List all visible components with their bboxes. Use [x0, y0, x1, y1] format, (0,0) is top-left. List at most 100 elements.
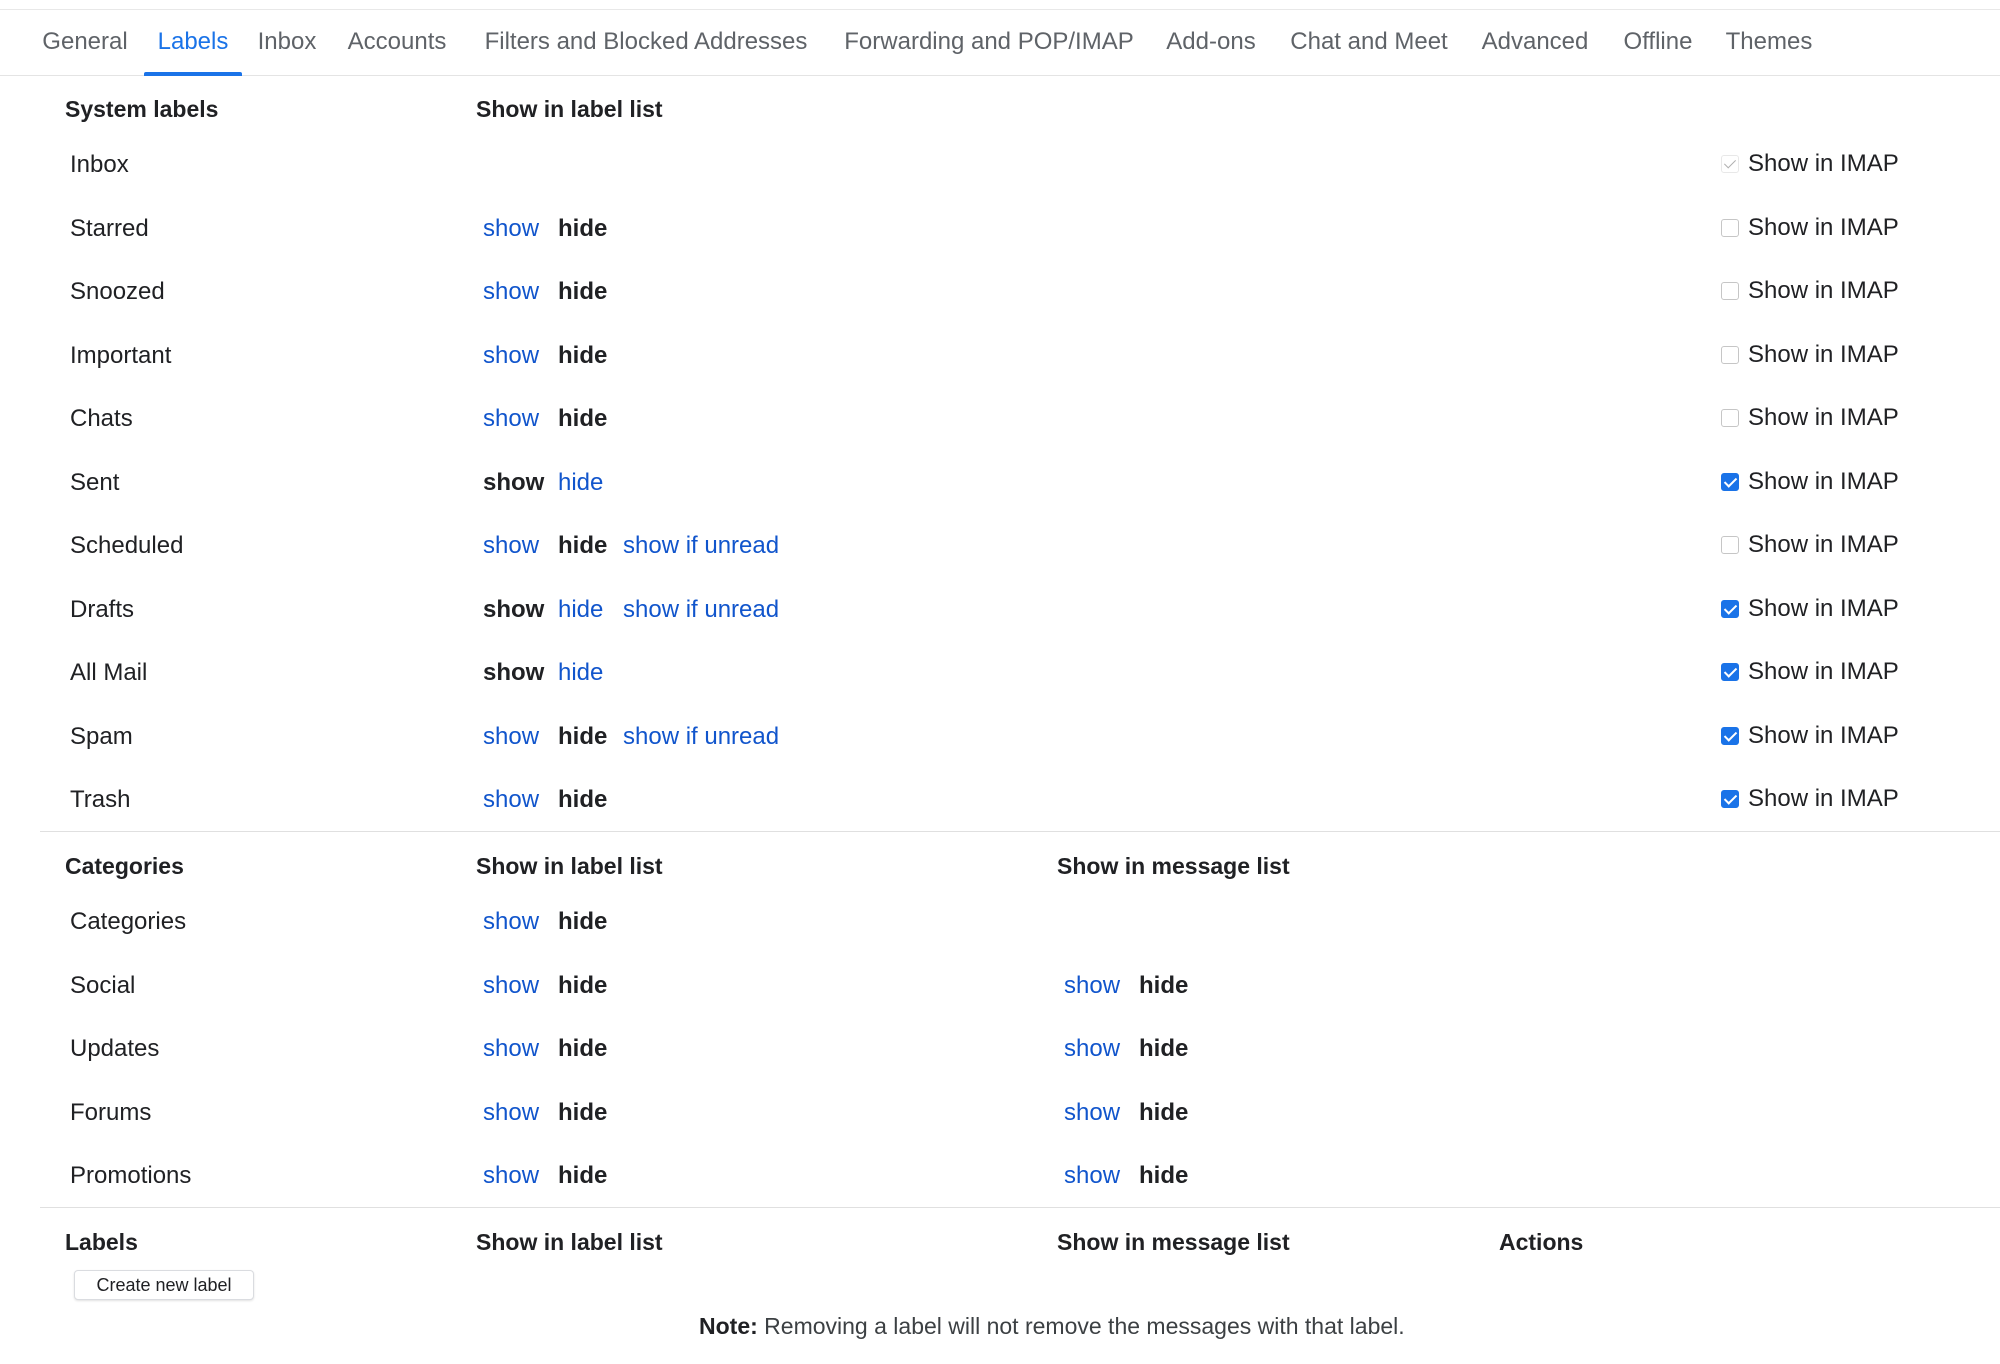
all-mail-imap-checkbox[interactable] [1721, 663, 1739, 681]
social-label-list-show-option[interactable]: show [483, 972, 539, 1000]
important-imap-checkbox[interactable] [1721, 346, 1739, 364]
labels-col-label-list-heading: Show in label list [476, 1229, 663, 1255]
drafts-imap-checkbox[interactable] [1721, 600, 1739, 618]
chats-imap-label: Show in IMAP [1748, 404, 1899, 431]
spam-show-option[interactable]: show [483, 723, 539, 751]
scheduled-imap-setting: Show in IMAP [1720, 531, 1899, 559]
important-show-option[interactable]: show [483, 342, 539, 370]
trash-show-option[interactable]: show [483, 786, 539, 814]
note-prefix: Note: [699, 1313, 758, 1339]
category-label-social: Social [70, 972, 136, 999]
trash-imap-label: Show in IMAP [1748, 785, 1899, 812]
sent-imap-setting: Show in IMAP [1720, 468, 1899, 496]
tab-labels[interactable]: Labels [144, 10, 242, 76]
tab-themes[interactable]: Themes [1723, 10, 1815, 75]
promotions-label-list-hide-option: hide [558, 1162, 608, 1189]
chats-imap-checkbox[interactable] [1721, 409, 1739, 427]
updates-message-list-show-option[interactable]: show [1064, 1035, 1120, 1063]
spam-imap-checkbox[interactable] [1721, 727, 1739, 745]
updates-label-list-show-option[interactable]: show [483, 1035, 539, 1063]
forums-label-list-show-option[interactable]: show [483, 1099, 539, 1127]
promotions-message-list-show-option[interactable]: show [1064, 1162, 1120, 1190]
tab-filters-and-blocked-addresses[interactable]: Filters and Blocked Addresses [475, 10, 817, 75]
tab-forwarding-and-pop-imap[interactable]: Forwarding and POP/IMAP [841, 10, 1137, 75]
spam-show-if-unread-option[interactable]: show if unread [623, 723, 779, 751]
starred-imap-setting: Show in IMAP [1720, 214, 1899, 242]
tab-accounts[interactable]: Accounts [343, 10, 451, 75]
scheduled-hide-option: hide [558, 532, 608, 559]
starred-imap-label: Show in IMAP [1748, 214, 1899, 241]
spam-imap-setting: Show in IMAP [1720, 722, 1899, 750]
system-label-trash: Trash [70, 786, 131, 813]
categories-col-message-list-heading: Show in message list [1057, 853, 1290, 879]
labels-heading: Labels [65, 1229, 138, 1255]
section-divider [40, 831, 2000, 832]
system-label-inbox: Inbox [70, 151, 129, 178]
updates-message-list-hide-option: hide [1139, 1035, 1189, 1062]
spam-hide-option: hide [558, 723, 608, 750]
chats-show-option[interactable]: show [483, 405, 539, 433]
system-label-drafts: Drafts [70, 596, 135, 623]
all-mail-hide-option[interactable]: hide [558, 659, 603, 687]
updates-label-list-hide-option: hide [558, 1035, 608, 1062]
system-label-spam: Spam [70, 723, 133, 750]
drafts-show-option: show [483, 596, 545, 623]
tab-advanced[interactable]: Advanced [1478, 10, 1592, 75]
system-label-all-mail: All Mail [70, 659, 148, 686]
social-message-list-show-option[interactable]: show [1064, 972, 1120, 1000]
scheduled-show-if-unread-option[interactable]: show if unread [623, 532, 779, 560]
sent-imap-checkbox[interactable] [1721, 473, 1739, 491]
chats-hide-option: hide [558, 405, 608, 432]
drafts-show-if-unread-option[interactable]: show if unread [623, 596, 779, 624]
system-labels-heading: System labels [65, 96, 219, 122]
chats-imap-setting: Show in IMAP [1720, 404, 1899, 432]
social-message-list-hide-option: hide [1139, 972, 1189, 999]
starred-show-option[interactable]: show [483, 215, 539, 243]
system-label-scheduled: Scheduled [70, 532, 184, 559]
important-imap-label: Show in IMAP [1748, 341, 1899, 368]
drafts-hide-option[interactable]: hide [558, 596, 603, 624]
system-label-snoozed: Snoozed [70, 278, 165, 305]
snoozed-hide-option: hide [558, 278, 608, 305]
sent-show-option: show [483, 469, 545, 496]
tab-offline[interactable]: Offline [1617, 10, 1699, 75]
category-label-promotions: Promotions [70, 1162, 192, 1189]
trash-imap-setting: Show in IMAP [1720, 785, 1899, 813]
forums-message-list-hide-option: hide [1139, 1099, 1189, 1126]
tab-chat-and-meet[interactable]: Chat and Meet [1285, 10, 1453, 75]
system-col-label-list-heading: Show in label list [476, 96, 663, 122]
categories-col-label-list-heading: Show in label list [476, 853, 663, 879]
scheduled-show-option[interactable]: show [483, 532, 539, 560]
starred-imap-checkbox[interactable] [1721, 219, 1739, 237]
removal-note: Note: Removing a label will not remove t… [699, 1313, 1405, 1340]
snoozed-imap-checkbox[interactable] [1721, 282, 1739, 300]
snoozed-imap-setting: Show in IMAP [1720, 277, 1899, 305]
snoozed-show-option[interactable]: show [483, 278, 539, 306]
spam-imap-label: Show in IMAP [1748, 722, 1899, 749]
tab-general[interactable]: General [40, 10, 130, 75]
categories-label-list-hide-option: hide [558, 908, 608, 935]
settings-tabs: General Labels Inbox Accounts Filters an… [0, 10, 2000, 76]
promotions-message-list-hide-option: hide [1139, 1162, 1189, 1189]
inbox-imap-setting: Show in IMAP [1720, 150, 1899, 178]
important-imap-setting: Show in IMAP [1720, 341, 1899, 369]
starred-hide-option: hide [558, 215, 608, 242]
tab-add-ons[interactable]: Add-ons [1162, 10, 1260, 75]
section-divider [40, 1207, 2000, 1208]
snoozed-imap-label: Show in IMAP [1748, 277, 1899, 304]
important-hide-option: hide [558, 342, 608, 369]
all-mail-imap-label: Show in IMAP [1748, 658, 1899, 685]
system-label-important: Important [70, 342, 172, 369]
all-mail-show-option: show [483, 659, 545, 686]
scheduled-imap-label: Show in IMAP [1748, 531, 1899, 558]
create-new-label-button[interactable]: Create new label [74, 1270, 254, 1300]
forums-message-list-show-option[interactable]: show [1064, 1099, 1120, 1127]
sent-hide-option[interactable]: hide [558, 469, 603, 497]
scheduled-imap-checkbox[interactable] [1721, 536, 1739, 554]
trash-imap-checkbox[interactable] [1721, 790, 1739, 808]
categories-label-list-show-option[interactable]: show [483, 908, 539, 936]
tab-inbox[interactable]: Inbox [255, 10, 319, 75]
promotions-label-list-show-option[interactable]: show [483, 1162, 539, 1190]
all-mail-imap-setting: Show in IMAP [1720, 658, 1899, 686]
trash-hide-option: hide [558, 786, 608, 813]
